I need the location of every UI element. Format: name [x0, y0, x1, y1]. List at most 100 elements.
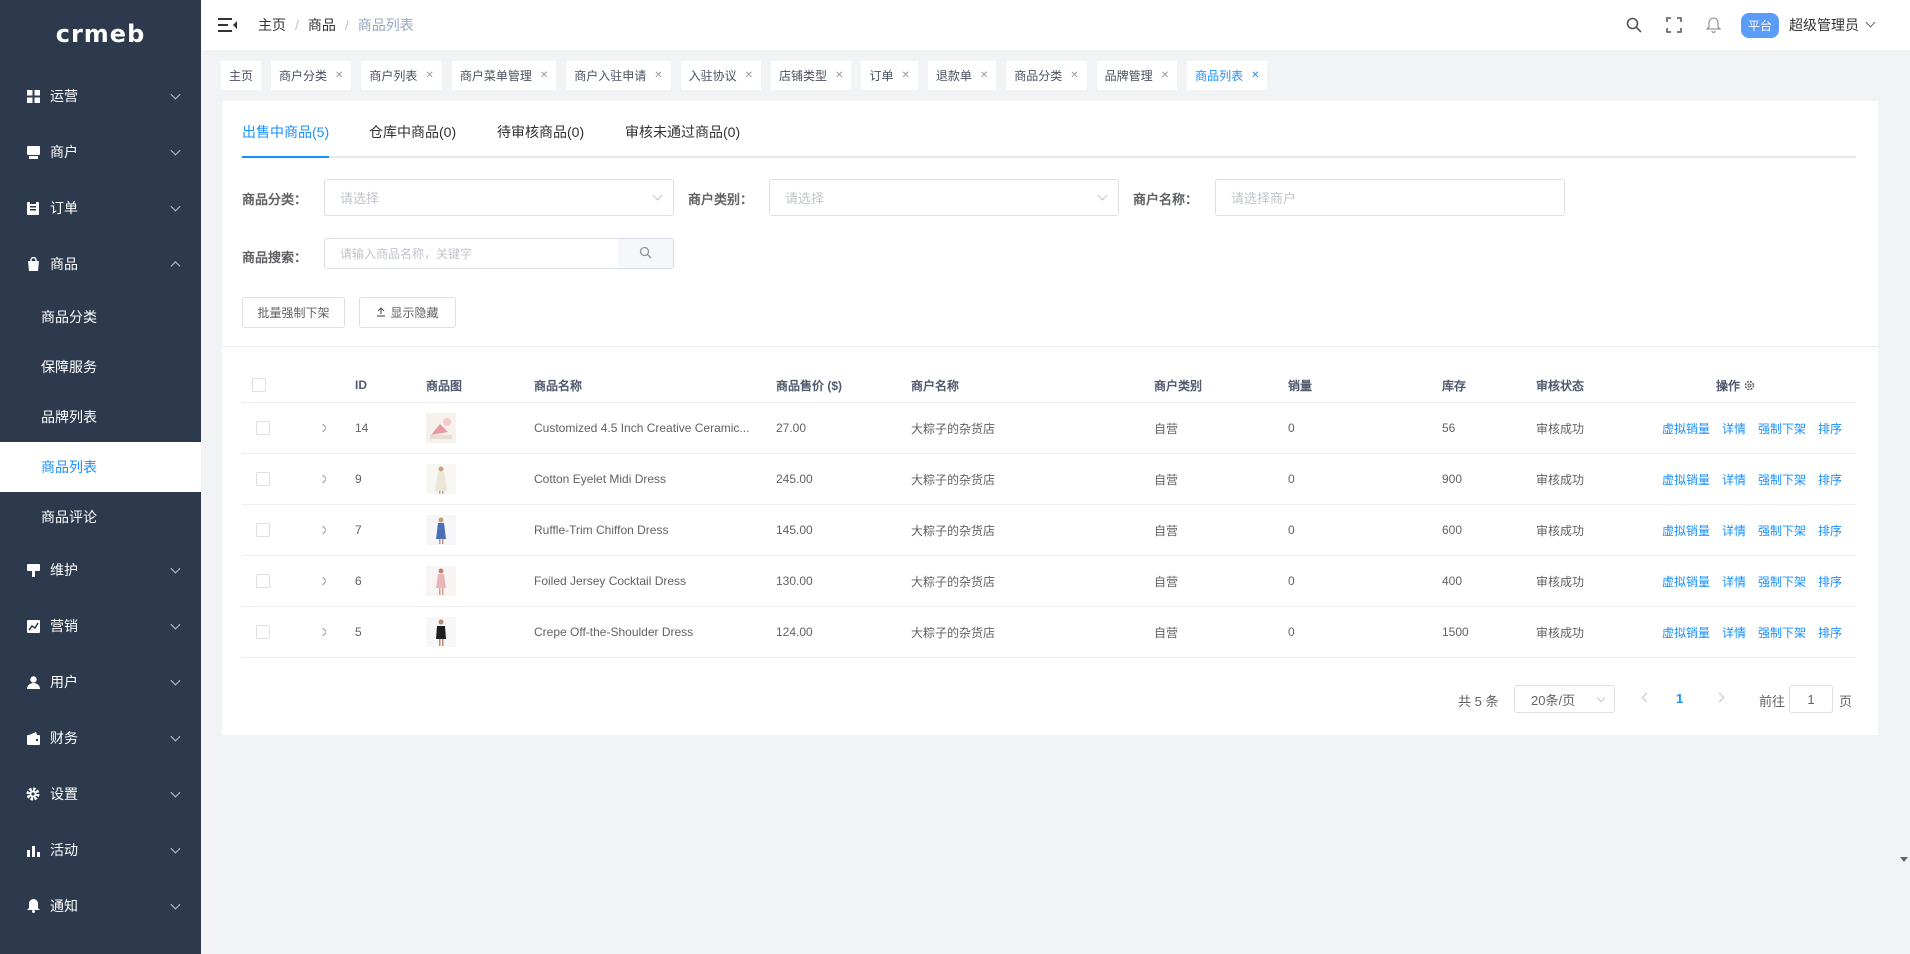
tag-store-type[interactable]: 店铺类型 ✕: [771, 60, 852, 90]
virtual-sales-link[interactable]: 虚拟销量: [1662, 573, 1710, 590]
tab-review-failed[interactable]: 审核未通过商品(0): [625, 122, 740, 142]
tab-warehouse[interactable]: 仓库中商品(0): [369, 122, 456, 142]
detail-link[interactable]: 详情: [1722, 624, 1746, 641]
virtual-sales-link[interactable]: 虚拟销量: [1662, 471, 1710, 488]
merchant-type-select[interactable]: 请选择: [769, 179, 1119, 216]
close-icon[interactable]: ✕: [745, 70, 753, 81]
sort-link[interactable]: 排序: [1818, 573, 1842, 590]
tag-goods-list[interactable]: 商品列表 ✕: [1187, 60, 1268, 90]
close-icon[interactable]: ✕: [835, 70, 843, 81]
gear-icon[interactable]: [1744, 380, 1755, 391]
force-off-link[interactable]: 强制下架: [1758, 471, 1806, 488]
menu-item-user[interactable]: 用户: [0, 654, 201, 710]
menu-item-merchant[interactable]: 商户: [0, 124, 201, 180]
next-page-icon[interactable]: [1714, 692, 1725, 703]
tag-merchant-application[interactable]: 商户入驻申请 ✕: [566, 60, 671, 90]
admin-username[interactable]: 超级管理员: [1789, 15, 1859, 35]
detail-link[interactable]: 详情: [1722, 420, 1746, 437]
hamburger-icon[interactable]: [218, 18, 237, 32]
menu-item-operation[interactable]: 运营: [0, 68, 201, 124]
close-icon[interactable]: ✕: [425, 70, 433, 81]
row-checkbox[interactable]: [256, 472, 270, 486]
product-thumbnail[interactable]: [426, 413, 456, 443]
tag-merchant-category[interactable]: 商户分类 ✕: [271, 60, 352, 90]
tag-home[interactable]: 主页: [221, 60, 262, 90]
close-icon[interactable]: ✕: [654, 70, 662, 81]
chevron-right-icon[interactable]: [320, 576, 326, 586]
detail-link[interactable]: 详情: [1722, 471, 1746, 488]
submenu-item-goods-category[interactable]: 商品分类: [0, 292, 201, 342]
fullscreen-icon[interactable]: [1665, 16, 1683, 34]
sort-link[interactable]: 排序: [1818, 522, 1842, 539]
sort-link[interactable]: 排序: [1818, 420, 1842, 437]
row-checkbox[interactable]: [256, 421, 270, 435]
submenu-item-brand-list[interactable]: 品牌列表: [0, 392, 201, 442]
show-hidden-button[interactable]: 显示隐藏: [359, 297, 456, 328]
tab-pending-review[interactable]: 待审核商品(0): [497, 122, 584, 142]
tag-merchant-menu[interactable]: 商户菜单管理 ✕: [451, 60, 557, 90]
product-thumbnail[interactable]: [426, 566, 456, 596]
detail-link[interactable]: 详情: [1722, 522, 1746, 539]
page-size-select[interactable]: 20条/页: [1514, 685, 1615, 713]
row-checkbox[interactable]: [256, 625, 270, 639]
virtual-sales-link[interactable]: 虚拟销量: [1662, 420, 1710, 437]
sort-link[interactable]: 排序: [1818, 471, 1842, 488]
select-all-checkbox[interactable]: [252, 378, 266, 392]
close-icon[interactable]: ✕: [335, 70, 343, 81]
close-icon[interactable]: ✕: [1070, 70, 1078, 81]
force-off-link[interactable]: 强制下架: [1758, 624, 1806, 641]
chevron-right-icon[interactable]: [320, 627, 326, 637]
search-button[interactable]: [618, 238, 674, 269]
tag-refund[interactable]: 退款单 ✕: [927, 60, 997, 90]
menu-item-activity[interactable]: 活动: [0, 822, 201, 878]
menu-item-marketing[interactable]: 营销: [0, 598, 201, 654]
tag-order[interactable]: 订单 ✕: [861, 60, 918, 90]
tag-goods-category[interactable]: 商品分类 ✕: [1006, 60, 1087, 90]
merchant-name-select[interactable]: 请选择商户: [1215, 179, 1565, 216]
tag-brand-manage[interactable]: 品牌管理 ✕: [1096, 60, 1178, 90]
menu-item-order[interactable]: 订单: [0, 180, 201, 236]
tab-on-sale[interactable]: 出售中商品(5): [242, 122, 329, 142]
menu-item-settings[interactable]: 设置: [0, 766, 201, 822]
logo[interactable]: crmeb: [0, 0, 201, 68]
tag-agreement[interactable]: 入驻协议 ✕: [680, 60, 762, 90]
search-icon[interactable]: [1625, 16, 1643, 34]
virtual-sales-link[interactable]: 虚拟销量: [1662, 522, 1710, 539]
menu-item-finance[interactable]: 财务: [0, 710, 201, 766]
bell-icon[interactable]: [1705, 16, 1723, 34]
force-off-link[interactable]: 强制下架: [1758, 573, 1806, 590]
close-icon[interactable]: ✕: [901, 70, 909, 81]
close-icon[interactable]: ✕: [1251, 70, 1259, 81]
submenu-item-goods-list[interactable]: 商品列表: [0, 442, 201, 492]
product-thumbnail[interactable]: [426, 464, 456, 494]
row-checkbox[interactable]: [256, 574, 270, 588]
chevron-right-icon[interactable]: [320, 474, 326, 484]
chevron-right-icon[interactable]: [320, 423, 326, 433]
menu-item-goods[interactable]: 商品: [0, 236, 201, 292]
close-icon[interactable]: ✕: [540, 70, 548, 81]
batch-force-off-button[interactable]: 批量强制下架: [242, 297, 345, 328]
product-thumbnail[interactable]: [426, 617, 456, 647]
tag-merchant-list[interactable]: 商户列表 ✕: [361, 60, 442, 90]
force-off-link[interactable]: 强制下架: [1758, 522, 1806, 539]
detail-link[interactable]: 详情: [1722, 573, 1746, 590]
product-thumbnail[interactable]: [426, 515, 456, 545]
scroll-down-icon[interactable]: [1900, 857, 1908, 862]
breadcrumb-goods[interactable]: 商品: [308, 15, 336, 35]
sort-link[interactable]: 排序: [1818, 624, 1842, 641]
force-off-link[interactable]: 强制下架: [1758, 420, 1806, 437]
goto-page-input[interactable]: 1: [1789, 685, 1833, 713]
submenu-item-goods-reviews[interactable]: 商品评论: [0, 492, 201, 542]
current-page[interactable]: 1: [1676, 691, 1683, 706]
search-input[interactable]: 请输入商品名称，关键字: [324, 238, 619, 269]
menu-item-maintenance[interactable]: 维护: [0, 542, 201, 598]
close-icon[interactable]: ✕: [980, 70, 988, 81]
category-select[interactable]: 请选择: [324, 179, 674, 216]
chevron-right-icon[interactable]: [320, 525, 326, 535]
menu-item-notice[interactable]: 通知: [0, 878, 201, 934]
prev-page-icon[interactable]: [1641, 692, 1652, 703]
row-checkbox[interactable]: [256, 523, 270, 537]
submenu-item-guarantee-service[interactable]: 保障服务: [0, 342, 201, 392]
virtual-sales-link[interactable]: 虚拟销量: [1662, 624, 1710, 641]
close-icon[interactable]: ✕: [1161, 70, 1169, 81]
